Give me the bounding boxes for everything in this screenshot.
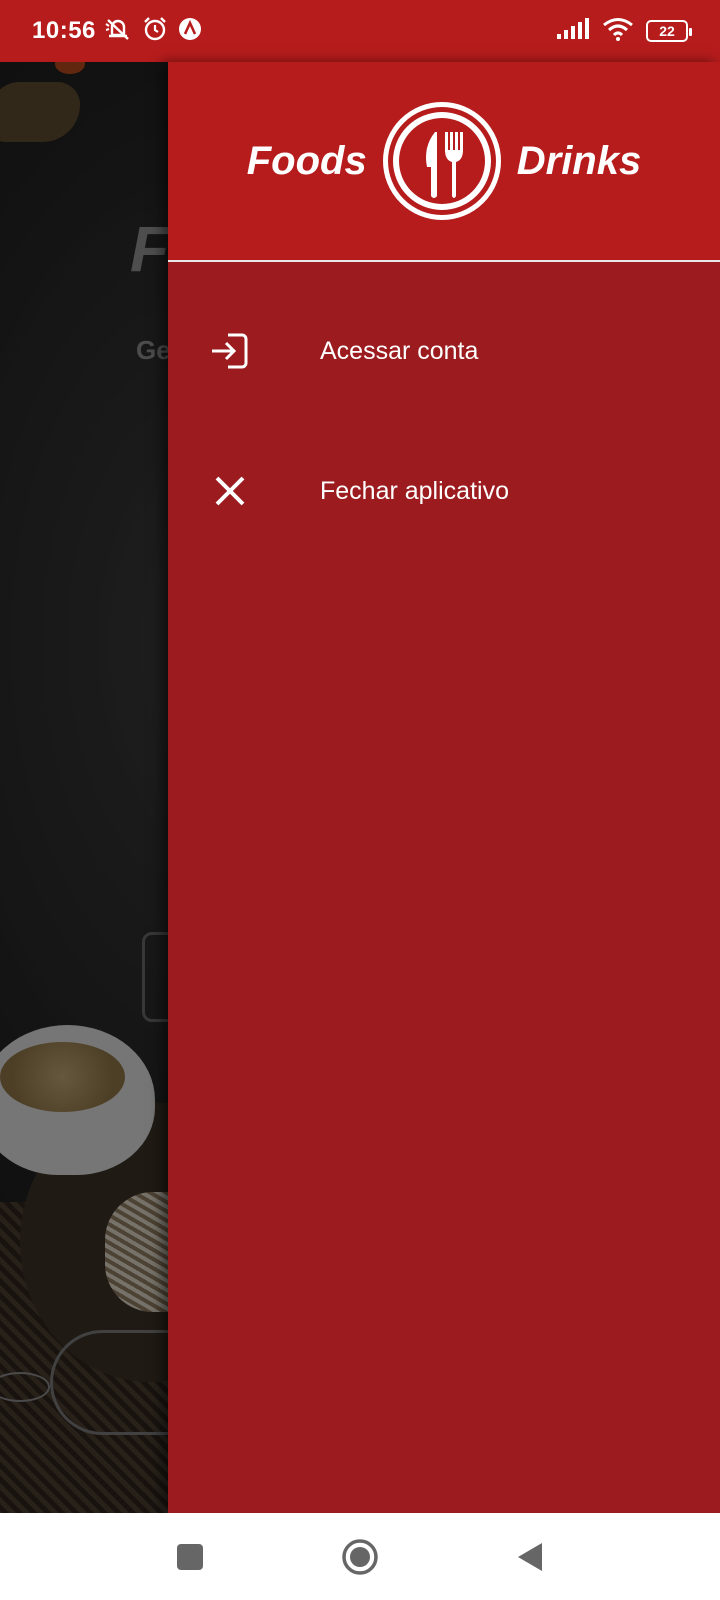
system-navigation-bar [0,1513,720,1600]
menu-item-label: Fechar aplicativo [320,476,509,505]
logo-word-drinks: Drinks [516,138,642,183]
menu-item-fechar-aplicativo[interactable]: Fechar aplicativo [168,431,720,551]
fork-knife-icon [382,102,501,220]
status-time: 10:56 [32,17,96,44]
back-button[interactable] [505,1532,555,1582]
menu-item-acessar-conta[interactable]: Acessar conta [168,291,720,411]
login-icon [200,331,260,371]
drawer-header: Foods Drinks [168,62,720,262]
navigation-drawer: Foods Drinks Acessar conta Fechar aplica… [168,62,720,1513]
mute-icon [104,16,132,47]
battery-icon: 22 [646,20,692,42]
home-button[interactable] [335,1532,385,1582]
status-bar: 10:56 22 [0,0,720,62]
wifi-icon [602,17,634,46]
logo-word-foods: Foods [246,138,367,183]
menu-item-label: Acessar conta [320,336,479,365]
recents-button[interactable] [165,1532,215,1582]
close-icon [200,475,260,507]
alarm-icon [142,16,168,47]
signal-icon [556,17,590,45]
app-notification-icon [178,17,202,46]
